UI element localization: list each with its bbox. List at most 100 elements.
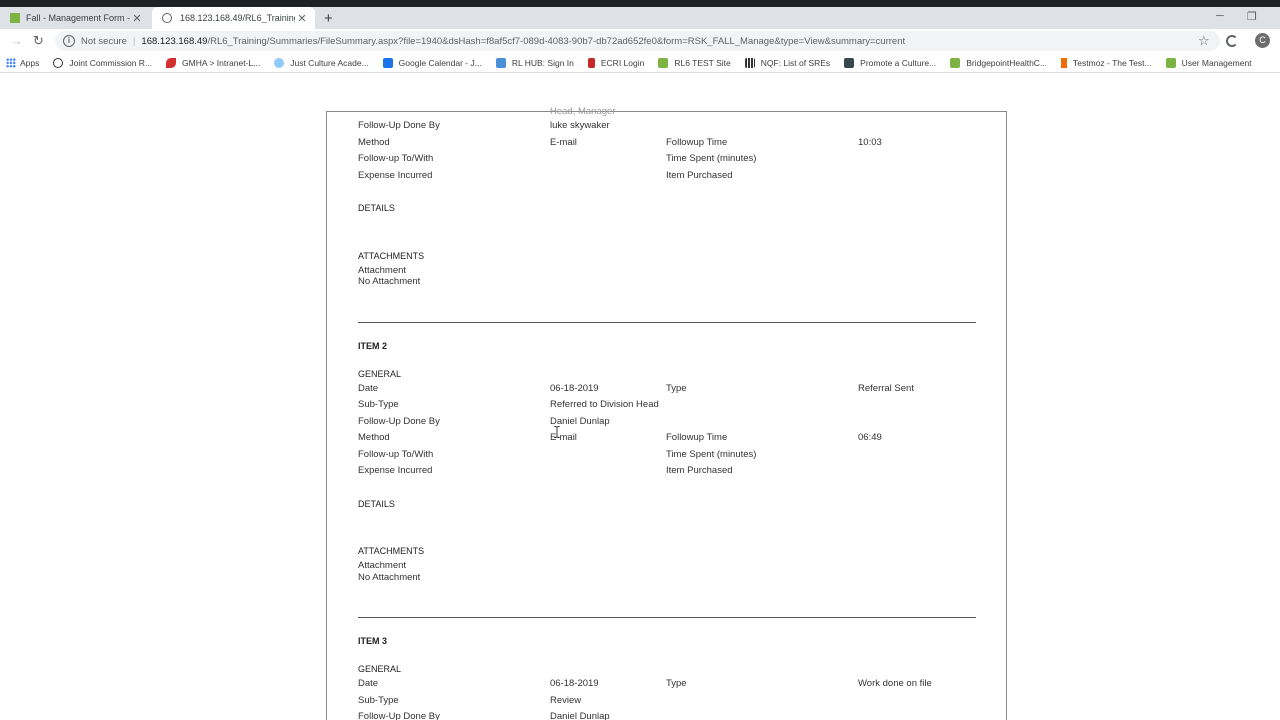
item-title: ITEM 2 <box>358 341 388 351</box>
window-titlebar <box>0 0 1280 7</box>
tab-fall-management-form[interactable]: Fall - Management Form - 1940 ✕ <box>0 7 150 29</box>
ecri-icon <box>587 57 595 68</box>
bookmark-star-icon[interactable]: ☆ <box>1198 33 1210 49</box>
apps-grid-icon <box>6 57 16 68</box>
omnibox-separator: | <box>132 35 136 47</box>
bookmarks-bar: Apps Joint Commission R... GMHA > Intran… <box>0 53 1280 73</box>
gmha-icon <box>166 57 177 68</box>
field-label: Item Purchased <box>666 170 733 181</box>
cut-off-text: Head, Manager <box>550 106 616 117</box>
section-heading-attachments: ATTACHMENTS <box>358 251 425 261</box>
section-heading-general: GENERAL <box>358 664 402 674</box>
reload-icon[interactable]: ↻ <box>33 33 44 49</box>
browser-toolbar: → ↻ i Not secure | 168.123.168.49/RL6_Tr… <box>0 29 1280 53</box>
bookmark-joint-commission[interactable]: Joint Commission R... <box>53 57 153 68</box>
restore-button[interactable]: ❐ <box>1247 10 1257 23</box>
field-label: Method <box>358 432 390 443</box>
item-divider <box>358 617 976 618</box>
field-value: Daniel Dunlap <box>550 711 610 720</box>
bookmark-label: Testmoz - The Test... <box>1073 57 1152 68</box>
field-label: Time Spent (minutes) <box>666 153 757 164</box>
bookmark-label: Just Culture Acade... <box>290 57 369 68</box>
field-value: 06-18-2019 <box>550 678 599 689</box>
profile-avatar[interactable]: C <box>1255 33 1270 48</box>
pa-icon <box>844 57 855 68</box>
info-icon[interactable]: i <box>63 35 75 47</box>
section-heading-general: GENERAL <box>358 369 402 379</box>
bookmark-label: ECRI Login <box>600 57 645 68</box>
tab-title: Fall - Management Form - 1940 <box>26 13 130 23</box>
bookmark-google-calendar[interactable]: Google Calendar - J... <box>382 57 482 68</box>
file-summary-panel: Head, Manager Follow-Up Done By luke sky… <box>326 106 1007 720</box>
field-label: Expense Incurred <box>358 465 433 476</box>
bookmark-rl6-test-site[interactable]: RL6 TEST Site <box>658 57 731 68</box>
tab-title: 168.123.168.49/RL6_Training/Sum <box>180 13 295 23</box>
tab-close-icon[interactable]: ✕ <box>130 12 144 25</box>
field-label: Time Spent (minutes) <box>666 449 757 460</box>
bookmark-label: NQF: List of SREs <box>760 57 831 68</box>
field-value: Review <box>550 695 582 706</box>
bookmark-label: Promote a Culture... <box>860 57 937 68</box>
field-label: Follow-up To/With <box>358 153 434 164</box>
item-title: ITEM 3 <box>358 636 388 646</box>
bookmark-promote-culture[interactable]: Promote a Culture... <box>844 57 937 68</box>
globe-icon <box>53 57 64 68</box>
item-divider <box>358 322 976 323</box>
bookmark-label: GMHA > Intranet-L... <box>182 57 261 68</box>
bookmark-user-management[interactable]: User Management <box>1165 57 1252 68</box>
rl-icon <box>1165 57 1176 68</box>
field-label: Follow-Up Done By <box>358 416 440 427</box>
security-status[interactable]: Not secure <box>81 36 127 47</box>
field-label: Sub-Type <box>358 695 399 706</box>
nqf-icon <box>744 57 755 68</box>
bookmark-gmha[interactable]: GMHA > Intranet-L... <box>166 57 261 68</box>
field-label: Item Purchased <box>666 465 733 476</box>
field-label: Date <box>358 383 379 394</box>
rl-icon <box>950 57 961 68</box>
bookmark-just-culture[interactable]: Just Culture Acade... <box>274 57 369 68</box>
field-label: Follow-Up Done By <box>358 711 440 720</box>
field-label: Followup Time <box>666 137 728 148</box>
bookmark-rl-hub[interactable]: RL HUB: Sign In <box>495 57 574 68</box>
testmoz-icon <box>1061 57 1068 68</box>
bookmark-apps[interactable]: Apps <box>6 57 39 68</box>
field-label: Sub-Type <box>358 399 399 410</box>
section-heading-details: DETAILS <box>358 499 395 509</box>
url-path[interactable]: /RL6_Training/Summaries/FileSummary.aspx… <box>207 36 905 47</box>
bookmark-bridgepoint[interactable]: BridgepointHealthC... <box>950 57 1047 68</box>
field-label: Type <box>666 678 687 689</box>
field-value: Referred to Division Head <box>550 399 659 410</box>
rl-favicon-icon <box>10 13 20 23</box>
bookmark-label: User Management <box>1181 57 1252 68</box>
bookmark-nqf[interactable]: NQF: List of SREs <box>744 57 831 68</box>
section-heading-attachments: ATTACHMENTS <box>358 546 425 556</box>
bookmark-label: Joint Commission R... <box>69 57 153 68</box>
field-label: Type <box>666 383 687 394</box>
field-label: Method <box>358 137 390 148</box>
field-label: Expense Incurred <box>358 170 433 181</box>
bookmark-testmoz[interactable]: Testmoz - The Test... <box>1061 57 1152 68</box>
minimize-button[interactable]: ─ <box>1216 10 1224 22</box>
field-label: Followup Time <box>666 432 728 443</box>
tab-file-summary[interactable]: 168.123.168.49/RL6_Training/Sum ✕ <box>152 7 315 29</box>
extension-icon[interactable] <box>1226 35 1238 47</box>
field-value: 06:49 <box>858 432 882 443</box>
just-culture-icon <box>274 57 285 68</box>
field-value: 10:03 <box>858 137 882 148</box>
forward-arrow-icon[interactable]: → <box>10 33 23 48</box>
field-label: Attachment <box>358 560 407 571</box>
tab-close-icon[interactable]: ✕ <box>295 12 309 25</box>
new-tab-button[interactable]: + <box>324 10 333 27</box>
field-value: No Attachment <box>358 276 421 287</box>
rl-icon <box>658 57 669 68</box>
page-viewport: Head, Manager Follow-Up Done By luke sky… <box>0 74 1280 720</box>
bookmark-ecri-login[interactable]: ECRI Login <box>587 57 645 68</box>
address-bar[interactable]: i Not secure | 168.123.168.49/RL6_Traini… <box>55 31 1220 51</box>
text-cursor-icon <box>553 426 561 438</box>
section-heading-details: DETAILS <box>358 203 395 213</box>
url-host[interactable]: 168.123.168.49 <box>141 36 207 47</box>
bookmark-label: Google Calendar - J... <box>398 57 482 68</box>
field-label: Date <box>358 678 379 689</box>
field-value: Referral Sent <box>858 383 914 394</box>
globe-favicon-icon <box>162 13 172 23</box>
